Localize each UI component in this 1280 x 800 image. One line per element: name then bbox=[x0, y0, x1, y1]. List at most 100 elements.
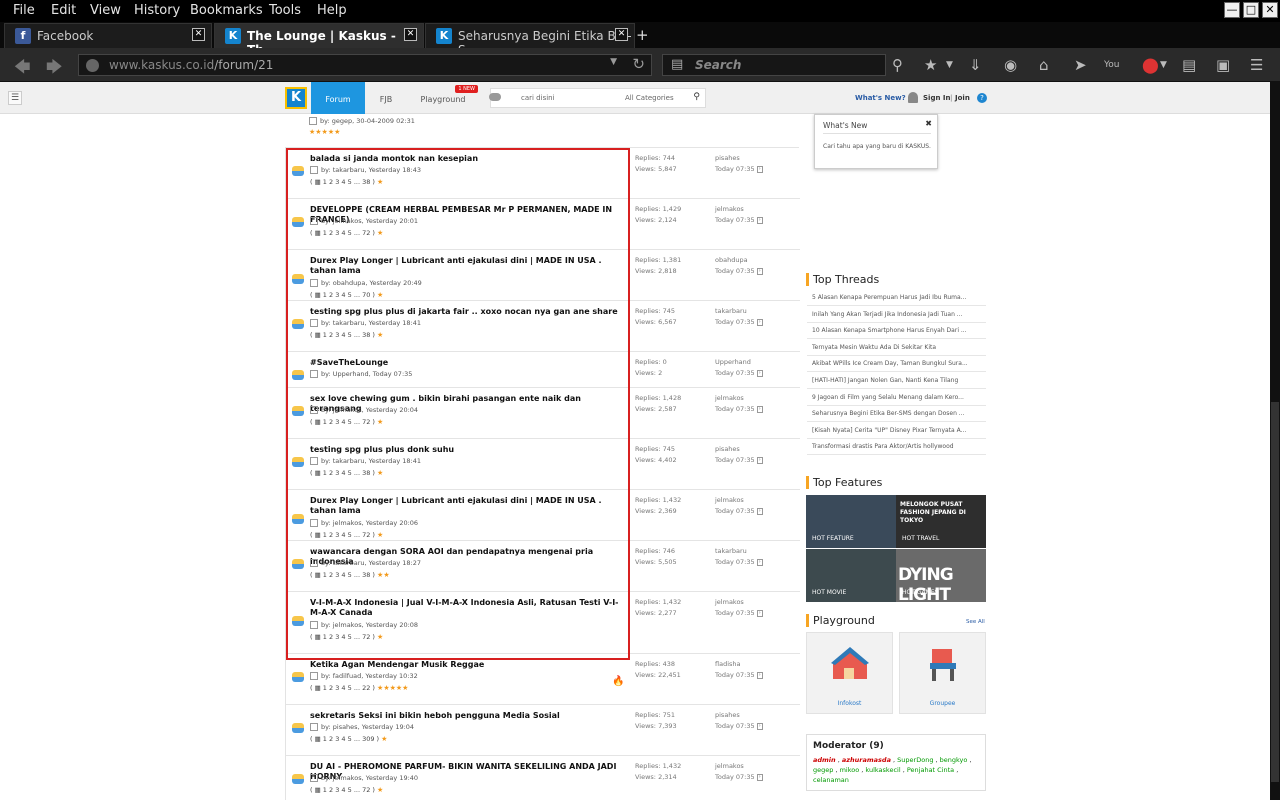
signin-link[interactable]: Sign In bbox=[923, 94, 950, 102]
checkbox-icon[interactable] bbox=[310, 672, 318, 680]
menu-view[interactable]: View bbox=[90, 3, 121, 18]
minimize-button[interactable]: — bbox=[1224, 2, 1240, 18]
menu-icon[interactable]: ☰ bbox=[1250, 56, 1263, 74]
last-post-user[interactable]: jelmakos bbox=[715, 598, 744, 606]
last-post-user[interactable]: jelmakos bbox=[715, 394, 744, 402]
bookmark-star-icon[interactable]: ★ bbox=[924, 56, 937, 74]
last-post-user[interactable]: fladisha bbox=[715, 660, 741, 668]
menu-file[interactable]: File bbox=[13, 3, 35, 18]
feature-tile-hot-movie[interactable]: HOT MOVIE bbox=[806, 549, 896, 602]
moderator-link[interactable]: bengkyo bbox=[940, 756, 968, 764]
moderator-link[interactable]: azhuramasda bbox=[842, 756, 891, 764]
url-bar[interactable]: www.kaskus.co.id/forum/21 ▼ ↻ bbox=[78, 54, 652, 76]
moderator-link[interactable]: SuperDong bbox=[897, 756, 933, 764]
checkbox-icon[interactable] bbox=[310, 774, 318, 782]
search-field[interactable]: ▤ Search bbox=[662, 54, 886, 76]
last-post-user[interactable]: takarbaru bbox=[715, 547, 747, 555]
tab-facebook[interactable]: f Facebook ✕ bbox=[4, 23, 212, 48]
top-thread-link[interactable]: 5 Alasan Kenapa Perempuan Harus Jadi Ibu… bbox=[807, 289, 986, 306]
top-thread-link[interactable]: Transformasi drastis Para Aktor/Artis ho… bbox=[807, 438, 986, 456]
moderator-link[interactable]: mikoo bbox=[840, 766, 860, 774]
go-to-last-post-icon[interactable]: › bbox=[756, 369, 763, 377]
playground-tile-groupee[interactable]: Groupee bbox=[899, 632, 986, 714]
thread-row-partial[interactable]: by: gegep, 30-04-2009 02:31 ★★★★★ bbox=[285, 114, 799, 148]
moderator-link[interactable]: kulkaskecil bbox=[865, 766, 900, 774]
category-select[interactable]: All Categories bbox=[625, 94, 674, 102]
top-thread-link[interactable]: Inilah Yang Akan Terjadi Jika Indonesia … bbox=[807, 306, 986, 323]
close-window-button[interactable]: ✕ bbox=[1262, 2, 1278, 18]
restore-button[interactable]: □ bbox=[1243, 2, 1259, 18]
menu-bookmarks[interactable]: Bookmarks bbox=[190, 3, 263, 18]
thread-row[interactable]: sekretaris Seksi ini bikin heboh penggun… bbox=[286, 705, 800, 756]
last-post-user[interactable]: pisahes bbox=[715, 154, 740, 162]
tab-seharusnya[interactable]: K Seharusnya Begini Etika Ber-S... ✕ bbox=[425, 23, 635, 57]
adblock-icon[interactable]: ⬤ bbox=[1142, 56, 1159, 74]
go-to-last-post-icon[interactable]: › bbox=[756, 507, 763, 515]
go-to-last-post-icon[interactable]: › bbox=[756, 773, 763, 781]
nav-playground[interactable]: Playground 1 NEW bbox=[416, 82, 478, 114]
thread-title[interactable]: sekretaris Seksi ini bikin heboh penggun… bbox=[310, 711, 620, 721]
moderator-link[interactable]: admin bbox=[813, 756, 836, 764]
go-to-last-post-icon[interactable]: › bbox=[756, 609, 763, 617]
checkbox-icon[interactable] bbox=[310, 723, 318, 731]
thread-row[interactable]: DU AI - PHEROMONE PARFUM- BIKIN WANITA S… bbox=[286, 756, 800, 800]
nav-forum[interactable]: Forum bbox=[311, 82, 365, 114]
go-to-last-post-icon[interactable]: › bbox=[756, 722, 763, 730]
go-to-last-post-icon[interactable]: › bbox=[756, 405, 763, 413]
search-icon[interactable]: ⚲ bbox=[693, 92, 700, 102]
help-icon[interactable]: ? bbox=[977, 93, 987, 103]
menu-edit[interactable]: Edit bbox=[51, 3, 76, 18]
feature-tile-hot-travel[interactable]: MELONGOK PUSAT FASHION JEPANG DI TOKYO H… bbox=[896, 495, 986, 548]
top-thread-link[interactable]: Seharusnya Begini Etika Ber-SMS dengan D… bbox=[807, 405, 986, 423]
back-arrow-icon[interactable]: 🡄 bbox=[14, 56, 31, 83]
top-thread-link[interactable]: Akibat WPills Ice Cream Day, Taman Bungk… bbox=[807, 355, 986, 373]
last-post-user[interactable]: jelmakos bbox=[715, 762, 744, 770]
moderator-link[interactable]: Penjahat Cinta bbox=[907, 766, 954, 774]
kaskus-search-input[interactable]: cari disini All Categories ⚲ bbox=[489, 88, 706, 108]
search-icon[interactable]: ⚲ bbox=[892, 56, 903, 74]
go-to-last-post-icon[interactable]: › bbox=[756, 216, 763, 224]
go-to-last-post-icon[interactable]: › bbox=[756, 165, 763, 173]
page-scrollbar[interactable] bbox=[1270, 82, 1280, 800]
last-post-user[interactable]: pisahes bbox=[715, 445, 740, 453]
go-to-last-post-icon[interactable]: › bbox=[756, 558, 763, 566]
top-thread-link[interactable]: [HATI-HATI] Jangan Nolen Gan, Nanti Kena… bbox=[807, 372, 986, 389]
menu-help[interactable]: Help bbox=[317, 3, 347, 18]
close-icon[interactable]: ✖ bbox=[925, 119, 932, 128]
scrollbar-thumb[interactable] bbox=[1271, 402, 1279, 782]
chat-icon[interactable]: ▣ bbox=[1216, 56, 1230, 74]
chevron-down-icon[interactable]: ▼ bbox=[610, 57, 617, 67]
notes-icon[interactable]: ▤ bbox=[1182, 56, 1196, 74]
go-to-last-post-icon[interactable]: › bbox=[756, 671, 763, 679]
go-to-last-post-icon[interactable]: › bbox=[756, 267, 763, 275]
home-icon[interactable]: ⌂ bbox=[1039, 56, 1049, 74]
nav-fjb[interactable]: FJB bbox=[366, 82, 406, 114]
search-engine-icon[interactable]: ▤ bbox=[671, 57, 683, 72]
thread-row[interactable]: Ketika Agan Mendengar Musik Reggae by: fa… bbox=[286, 654, 800, 705]
last-post-user[interactable]: Upperhand bbox=[715, 358, 751, 366]
feature-tile-hot-feature[interactable]: HOT FEATURE bbox=[806, 495, 896, 548]
see-all-link[interactable]: See All bbox=[966, 619, 985, 625]
last-post-user[interactable]: jelmakos bbox=[715, 496, 744, 504]
top-thread-link[interactable]: 9 Jagoan di Film yang Selalu Menang dala… bbox=[807, 389, 986, 406]
palette-icon[interactable]: ◉ bbox=[1004, 56, 1017, 74]
go-to-last-post-icon[interactable]: › bbox=[756, 318, 763, 326]
top-thread-link[interactable]: [Kisah Nyata] Cerita "UP" Disney Pixar T… bbox=[807, 422, 986, 439]
download-icon[interactable]: ⇓ bbox=[969, 56, 982, 74]
moderator-link[interactable]: gegep bbox=[813, 766, 833, 774]
new-tab-button[interactable]: + bbox=[636, 26, 649, 44]
menu-history[interactable]: History bbox=[134, 3, 180, 18]
tab-the-lounge[interactable]: K The Lounge | Kaskus - Th... ✕ bbox=[214, 23, 424, 57]
kaskus-logo[interactable]: K bbox=[285, 87, 307, 109]
close-icon[interactable]: ✕ bbox=[615, 28, 628, 41]
last-post-user[interactable]: takarbaru bbox=[715, 307, 747, 315]
chevron-down-icon[interactable]: ▼ bbox=[1160, 60, 1167, 70]
moderator-link[interactable]: celanaman bbox=[813, 776, 849, 784]
playground-tile-infokost[interactable]: Infokost bbox=[806, 632, 893, 714]
last-post-user[interactable]: jelmakos bbox=[715, 205, 744, 213]
page-links[interactable]: ( ▦ 1 2 3 4 5 ... 72 ) bbox=[310, 786, 375, 794]
last-post-user[interactable]: pisahes bbox=[715, 711, 740, 719]
feature-tile-hot-games[interactable]: DYING LIGHT HOT GAMES bbox=[896, 549, 986, 602]
hamburger-icon[interactable]: ☰ bbox=[8, 91, 22, 105]
close-icon[interactable]: ✕ bbox=[404, 28, 417, 41]
